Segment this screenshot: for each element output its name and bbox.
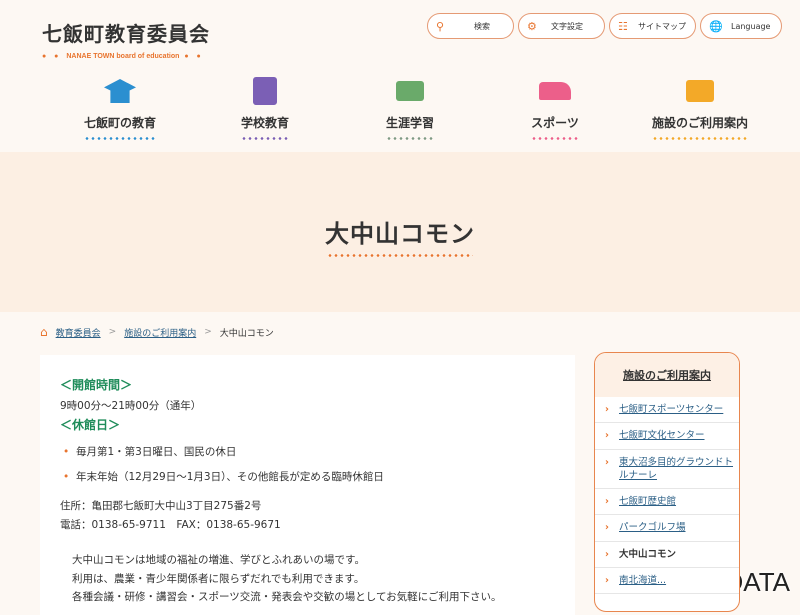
graduation-cap-icon (104, 79, 136, 103)
breadcrumb-link-board[interactable]: 教育委員会 (56, 326, 101, 339)
main-nav: 七飯町の教育 学校教育 生涯学習 スポーツ 施設のご利用案内 (60, 76, 760, 140)
closed-list: 毎月第1・第3日曜日、国民の休日 年末年始（12月29日～1月3日）、その他館長… (60, 443, 555, 487)
nav-sports[interactable]: スポーツ (495, 76, 615, 140)
sidebar: 施設のご利用案内 七飯町スポーツセンター 七飯町文化センター 東大沼多目的グラウ… (594, 352, 740, 612)
main-content: ＜開館時間＞ 9時00分～21時00分（通年） ＜休館日＞ 毎月第1・第3日曜日… (40, 355, 575, 615)
language-button[interactable]: 🌐 Language (700, 13, 782, 39)
sidebar-item-tornare[interactable]: 東大沼多目的グラウンドトルナーレ (595, 450, 739, 490)
sneaker-icon (539, 82, 571, 100)
header-tools: ⚲ 検索 ⚙ 文字設定 ☷ サイトマップ 🌐 Language (427, 13, 782, 39)
sitemap-icon: ☷ (618, 19, 628, 33)
sidebar-item-park-golf[interactable]: パークゴルフ場 (595, 515, 739, 542)
facility-building-icon (686, 80, 714, 102)
home-icon[interactable]: ⌂ (40, 325, 48, 339)
sitemap-button[interactable]: ☷ サイトマップ (609, 13, 696, 39)
logo-title: 七飯町教育委員会 (42, 22, 210, 46)
font-settings-button[interactable]: ⚙ 文字設定 (518, 13, 605, 39)
sidebar-item-current[interactable]: 大中山コモン (595, 542, 739, 569)
hours-text: 9時00分～21時00分（通年） (60, 399, 202, 412)
globe-icon: 🌐 (709, 19, 723, 33)
book-icon (396, 81, 424, 101)
school-building-icon (253, 77, 277, 105)
sidebar-item-minami-hokkaido[interactable]: 南北海道... (595, 568, 739, 595)
search-button[interactable]: ⚲ 検索 (427, 13, 514, 39)
breadcrumb-link-facilities[interactable]: 施設のご利用案内 (124, 326, 196, 339)
nav-facilities[interactable]: 施設のご利用案内 (640, 76, 760, 140)
sidebar-item-culture-center[interactable]: 七飯町文化センター (595, 423, 739, 450)
nav-school[interactable]: 学校教育 (205, 76, 325, 140)
hours-heading: ＜開館時間＞ (60, 378, 133, 392)
sidebar-item-sports-center[interactable]: 七飯町スポーツセンター (595, 397, 739, 424)
logo-subtitle: NANAE TOWN board of education (66, 53, 180, 60)
closed-heading: ＜休館日＞ (60, 418, 121, 433)
sidebar-item-history-museum[interactable]: 七飯町歴史館 (595, 489, 739, 516)
page-title: 大中山コモン (325, 220, 475, 248)
phone-text: 電話：0138-65-9711 FAX：0138-65-9671 (60, 518, 281, 531)
description-line: 各種会議・研修・講習会・スポーツ交流・発表会や交歓の場としてお気軽にご利用下さい… (72, 591, 502, 604)
address-text: 住所：亀田郡七飯町大中山3丁目275番2号 (60, 499, 262, 512)
sidebar-heading[interactable]: 施設のご利用案内 (595, 353, 739, 397)
site-logo[interactable]: 七飯町教育委員会 ● ● NANAE TOWN board of educati… (42, 18, 210, 60)
nav-education[interactable]: 七飯町の教育 (60, 76, 180, 140)
breadcrumb: ⌂ 教育委員会 > 施設のご利用案内 > 大中山コモン (40, 325, 274, 339)
list-item: 年末年始（12月29日～1月3日）、その他館長が定める臨時休館日 (60, 468, 555, 487)
title-underline (327, 254, 473, 257)
list-item: 毎月第1・第3日曜日、国民の休日 (60, 443, 555, 462)
nav-lifelong-learning[interactable]: 生涯学習 (350, 76, 470, 140)
breadcrumb-current: 大中山コモン (219, 328, 274, 339)
page-header-band: 大中山コモン (0, 152, 800, 312)
gear-icon: ⚙ (527, 19, 537, 33)
search-icon: ⚲ (436, 19, 445, 33)
description-line: 大中山コモンは地域の福祉の増進、学びとふれあいの場です。 (72, 553, 365, 566)
description-line: 利用は、農業・青少年関係者に限らずだれでも利用できます。 (72, 572, 365, 585)
